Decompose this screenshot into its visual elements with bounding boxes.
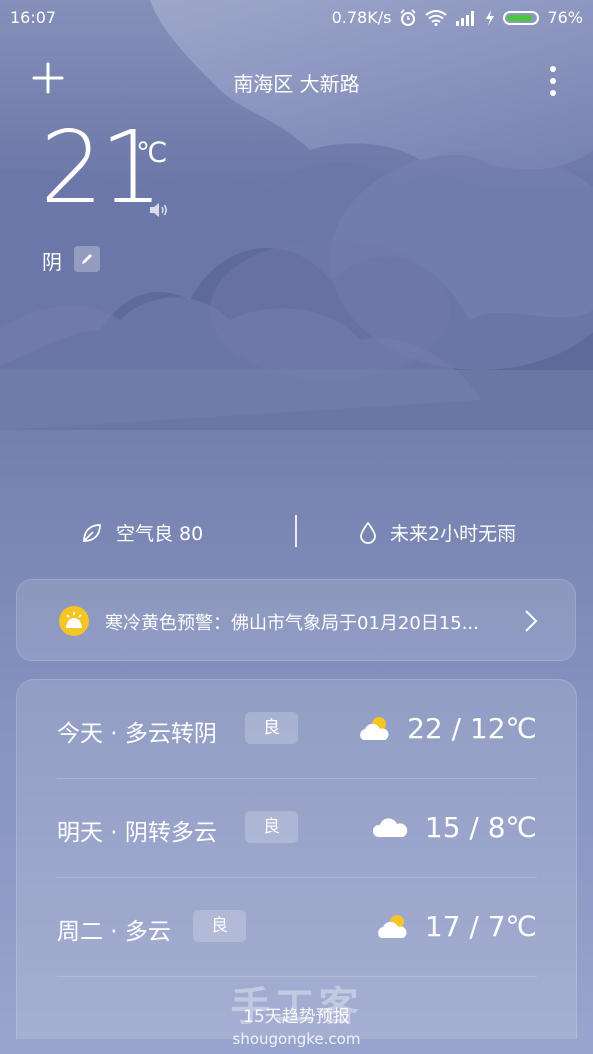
network-speed: 0.78K/s [331,8,392,27]
aqi-badge: 良 [245,811,298,843]
pencil-icon [82,254,92,264]
divider [57,778,537,779]
sun-cloud-icon [360,717,389,740]
forecast-day-label: 明天 · 阴转多云 [57,820,217,846]
weather-condition: 阴 [42,250,62,274]
signal-icon [456,10,475,26]
raindrop-icon [360,521,376,544]
sun-cloud-icon [378,915,407,938]
divider [295,515,297,547]
forecast-day-label: 今天 · 多云转阴 [57,721,217,747]
temperature-unit: ℃ [136,136,168,169]
weather-alert-card[interactable]: 寒冷黄色预警：佛山市气象局于01月20日15... [16,579,576,661]
watermark-logo: 手工客 [230,984,363,1030]
aqi-badge: 良 [245,712,298,744]
forecast-temps: 15 / 8℃ [424,811,537,844]
rain-forecast-label: 未来2小时无雨 [390,523,517,545]
forecast-row[interactable]: 今天 · 多云转阴 良 22 / 12℃ [57,682,537,762]
cloud-icon [373,818,408,837]
leaf-icon [83,523,101,542]
battery-icon [503,10,540,25]
alert-text: 寒冷黄色预警：佛山市气象局于01月20日15... [105,613,479,634]
speaker-icon[interactable] [148,198,172,222]
divider [57,877,537,878]
edit-button[interactable] [74,246,100,272]
aqi-badge: 良 [193,910,246,942]
chevron-right-icon [525,610,538,632]
watermark-url: shougongke.com [232,1030,361,1048]
alert-icon [59,606,89,636]
forecast-temps: 22 / 12℃ [407,712,537,745]
forecast-row[interactable]: 周二 · 多云 良 17 / 7℃ [57,880,537,960]
air-quality-row: 空气良 80 未来2小时无雨 [0,515,593,549]
forecast-temps: 17 / 7℃ [424,910,537,943]
battery-percent: 76% [547,8,583,27]
charging-icon [486,9,495,26]
more-menu-button[interactable] [543,64,563,98]
forecast-day-label: 周二 · 多云 [57,919,171,945]
forecast-row[interactable]: 明天 · 阴转多云 良 15 / 8℃ [57,781,537,861]
air-quality[interactable]: 空气良 80 [80,519,203,546]
air-quality-label: 空气良 80 [116,523,204,545]
status-bar: 16:07 0.78K/s 76% [0,0,593,34]
location-title[interactable]: 南海区 大新路 [0,68,593,97]
rain-forecast[interactable]: 未来2小时无雨 [358,519,516,546]
alarm-icon [400,8,417,26]
wifi-icon [425,9,448,26]
watermark: 手工客 shougongke.com [0,974,593,1048]
status-time: 16:07 [10,8,57,27]
